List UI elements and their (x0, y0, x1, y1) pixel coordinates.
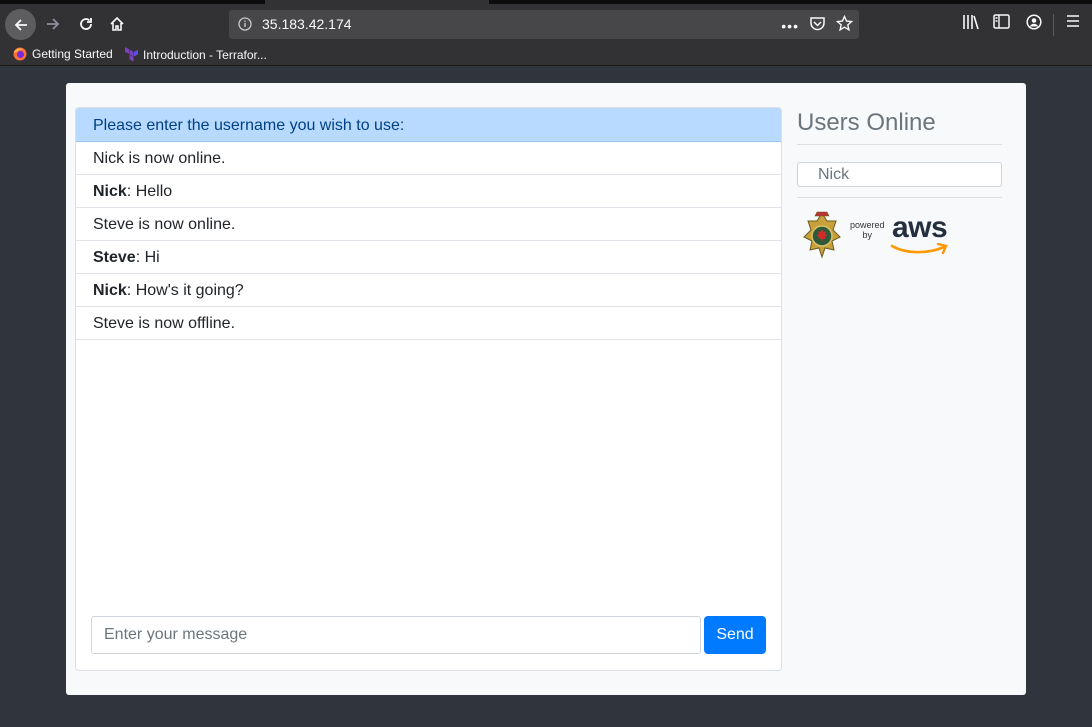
message-input[interactable] (91, 616, 701, 654)
reload-icon (80, 18, 92, 30)
site-info-icon[interactable] (238, 17, 252, 36)
pocket-icon[interactable] (809, 16, 826, 37)
message-row: Steve: Hi (76, 241, 781, 274)
account-icon[interactable] (1026, 14, 1042, 30)
message-row: Steve is now offline. (76, 307, 781, 340)
powered-by-text: powered by (850, 220, 885, 240)
divider (797, 197, 1002, 198)
home-icon (110, 16, 124, 31)
forward-button[interactable] (38, 10, 68, 38)
divider (797, 144, 1002, 145)
aws-logo-text: aws (892, 211, 948, 244)
terraform-icon (125, 47, 138, 62)
message-row: Nick: Hello (76, 175, 781, 208)
library-icon[interactable] (962, 14, 980, 30)
message-author: Nick (93, 282, 127, 299)
online-user-item[interactable]: Nick (797, 162, 1002, 187)
menu-hamburger-icon[interactable] (1066, 14, 1080, 28)
message-author: Steve (93, 249, 136, 266)
bookmarks-toolbar: Getting Started Introduction - Terrafor.… (0, 44, 1092, 66)
message-row: Nick is now online. (76, 142, 781, 175)
url-text: 35.183.42.174 (262, 16, 352, 32)
url-bar[interactable]: 35.183.42.174 ••• (229, 10, 859, 39)
browser-toolbar: 35.183.42.174 ••• (0, 4, 1092, 44)
back-arrow-icon (14, 18, 27, 31)
sidebar-toggle-icon[interactable] (993, 14, 1010, 29)
firefox-icon (13, 47, 27, 61)
send-button[interactable]: Send (704, 616, 766, 654)
bookmark-terraform[interactable]: Introduction - Terrafor... (124, 47, 267, 62)
bookmark-getting-started[interactable]: Getting Started (13, 47, 113, 61)
message-row: Steve is now online. (76, 208, 781, 241)
chat-panel: Please enter the username you wish to us… (75, 107, 782, 671)
bookmark-label: Getting Started (32, 47, 113, 61)
message-list: Nick is now online. Nick: Hello Steve is… (76, 142, 781, 340)
cbsa-badge-logo (800, 211, 844, 270)
home-button[interactable] (102, 10, 132, 38)
bookmark-star-icon[interactable] (835, 14, 854, 37)
chat-header: Please enter the username you wish to us… (76, 108, 781, 142)
reload-button[interactable] (71, 10, 101, 38)
page-container: Please enter the username you wish to us… (66, 83, 1026, 695)
toolbar-separator (1053, 14, 1054, 36)
page-actions-icon[interactable]: ••• (781, 18, 799, 34)
forward-arrow-icon (47, 18, 60, 30)
bookmark-label: Introduction - Terrafor... (143, 47, 267, 62)
back-button[interactable] (5, 9, 36, 40)
message-row: Nick: How's it going? (76, 274, 781, 307)
users-online-title: Users Online (797, 109, 936, 136)
message-author: Nick (93, 183, 127, 200)
aws-smile-icon (890, 242, 952, 262)
